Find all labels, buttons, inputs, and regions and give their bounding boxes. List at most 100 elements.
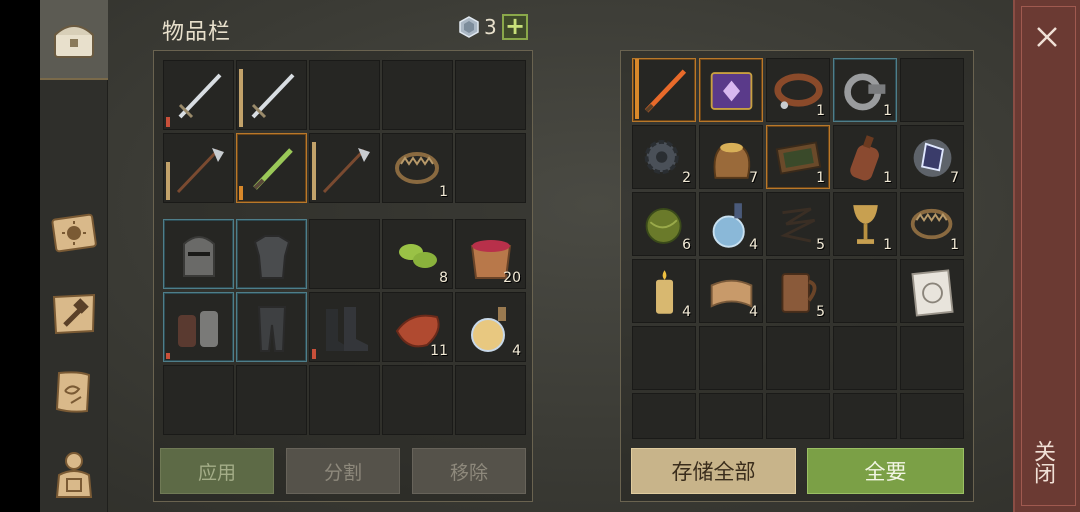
store-all-button[interactable]: 存储全部 — [631, 448, 796, 494]
item-count: 1 — [950, 237, 959, 253]
chainmail-armor-icon — [253, 235, 291, 279]
inventory-slot-empty[interactable] — [382, 365, 453, 435]
storage-slot-empty[interactable] — [833, 393, 897, 439]
storage-slot[interactable]: 4 — [632, 259, 696, 323]
close-panel[interactable] — [1013, 0, 1080, 512]
inventory-slot-empty[interactable] — [309, 365, 380, 435]
boots-icon — [326, 307, 368, 351]
storage-slot[interactable]: 2 — [632, 125, 696, 189]
halberd-icon — [322, 148, 370, 194]
inventory-slot-empty[interactable] — [455, 133, 526, 203]
close-icon[interactable] — [1030, 20, 1064, 54]
apply-button[interactable]: 应用 — [160, 448, 274, 494]
item-count: 7 — [950, 170, 959, 186]
character-backpack-icon[interactable] — [48, 448, 100, 500]
inventory-slot[interactable] — [309, 133, 380, 203]
inventory-slot[interactable] — [163, 133, 234, 203]
item-count: 20 — [503, 270, 521, 286]
take-all-button[interactable]: 全要 — [807, 448, 964, 494]
bear-trap-icon — [395, 152, 439, 184]
storage-slot[interactable] — [900, 259, 964, 323]
inventory-slot[interactable] — [236, 60, 307, 130]
item-count: 4 — [682, 304, 691, 320]
item-count: 4 — [749, 304, 758, 320]
storage-slot[interactable]: 1 — [900, 192, 964, 256]
equipment-slot-legs[interactable] — [236, 292, 307, 362]
storage-slot-empty[interactable] — [766, 393, 830, 439]
helmet-icon — [183, 236, 215, 277]
storage-slot[interactable]: 7 — [699, 125, 763, 189]
item-count: 11 — [430, 343, 448, 359]
storage-slot[interactable]: 1 — [833, 125, 897, 189]
halberd-icon — [176, 148, 224, 194]
item-count: 6 — [682, 237, 691, 253]
storage-slot-empty[interactable] — [833, 326, 897, 390]
storage-slot[interactable]: 1 — [766, 125, 830, 189]
inventory-slot-empty[interactable] — [309, 60, 380, 130]
storage-slot-empty[interactable] — [900, 326, 964, 390]
item-count: 1 — [883, 170, 892, 186]
inventory-slot-empty[interactable] — [455, 365, 526, 435]
game-screen: 物品栏 3 + 1 8 20 11 4 应用 分割 移除 1 1 2 7 1 1… — [0, 0, 1080, 512]
screen-edge — [0, 0, 40, 512]
inventory-slot[interactable] — [309, 292, 380, 362]
close-label[interactable]: 关闭 — [1030, 440, 1058, 484]
storage-slot[interactable] — [632, 58, 696, 122]
building-hammer-icon[interactable] — [48, 288, 100, 340]
gauntlets-icon — [178, 311, 218, 347]
equipment-slot-helmet[interactable] — [163, 219, 234, 289]
inventory-slot[interactable]: 8 — [382, 219, 453, 289]
chest-tab-icon[interactable] — [48, 14, 100, 66]
storage-slot[interactable]: 5 — [766, 192, 830, 256]
inventory-slot[interactable] — [163, 60, 234, 130]
storage-slot-empty[interactable] — [632, 326, 696, 390]
storage-slot[interactable] — [699, 58, 763, 122]
storage-slot-empty[interactable] — [900, 58, 964, 122]
inventory-slot-empty[interactable] — [236, 365, 307, 435]
remove-button[interactable]: 移除 — [412, 448, 526, 494]
storage-slot[interactable]: 5 — [766, 259, 830, 323]
storage-slot[interactable]: 4 — [699, 259, 763, 323]
storage-slot-empty[interactable] — [833, 259, 897, 323]
inventory-slot[interactable]: 11 — [382, 292, 453, 362]
inventory-slot[interactable] — [236, 133, 307, 203]
item-count: 1 — [816, 170, 825, 186]
gem-count: 3 — [484, 15, 497, 39]
item-count: 5 — [816, 237, 825, 253]
split-button[interactable]: 分割 — [286, 448, 400, 494]
storage-slot[interactable]: 1 — [766, 58, 830, 122]
crafting-book-icon[interactable] — [48, 206, 100, 258]
storage-slot[interactable]: 7 — [900, 125, 964, 189]
add-currency-button[interactable]: + — [502, 14, 528, 40]
storage-slot-empty[interactable] — [766, 326, 830, 390]
item-count: 4 — [749, 237, 758, 253]
storage-slot[interactable]: 1 — [833, 192, 897, 256]
inventory-slot[interactable]: 4 — [455, 292, 526, 362]
equipment-slot-gloves[interactable] — [163, 292, 234, 362]
leaves-bundle-icon — [399, 244, 437, 268]
item-count: 1 — [883, 103, 892, 119]
inventory-slot-empty[interactable] — [309, 219, 380, 289]
inventory-slot-empty[interactable] — [163, 365, 234, 435]
poison-dagger-icon — [253, 148, 293, 190]
inventory-title: 物品栏 — [162, 20, 232, 45]
storage-slot-empty[interactable] — [699, 393, 763, 439]
inventory-slot-empty[interactable] — [455, 60, 526, 130]
storage-slot-empty[interactable] — [699, 326, 763, 390]
potion-flask-icon — [471, 307, 506, 352]
sword-icon — [251, 73, 295, 119]
scroll-map-icon[interactable] — [48, 366, 100, 418]
equipment-slot-armor[interactable] — [236, 219, 307, 289]
inventory-slot[interactable]: 1 — [382, 133, 453, 203]
item-count: 4 — [512, 343, 521, 359]
storage-slot-empty[interactable] — [900, 393, 964, 439]
storage-slot[interactable]: 6 — [632, 192, 696, 256]
item-count: 7 — [749, 170, 758, 186]
inventory-slot-empty[interactable] — [382, 60, 453, 130]
item-count: 8 — [439, 270, 448, 286]
inventory-slot[interactable]: 20 — [455, 219, 526, 289]
storage-slot[interactable]: 4 — [699, 192, 763, 256]
item-count: 5 — [816, 304, 825, 320]
storage-slot[interactable]: 1 — [833, 58, 897, 122]
storage-slot-empty[interactable] — [632, 393, 696, 439]
